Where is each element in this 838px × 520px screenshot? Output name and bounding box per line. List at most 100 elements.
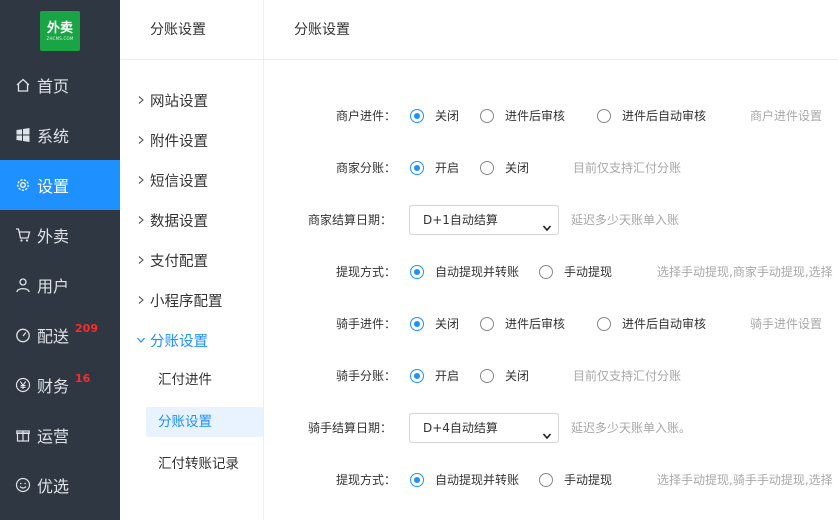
subnav-item-split[interactable]: 分账设置 (136, 328, 208, 352)
subnav-item-miniprogram[interactable]: 小程序配置 (136, 288, 223, 312)
delivery-count-badge: 209 (75, 321, 98, 335)
subnav-item-label: 短信设置 (150, 173, 208, 190)
radio-dot (597, 109, 611, 123)
rider-split-hint: 目前仅支持汇付分账 (573, 369, 682, 383)
app-logo[interactable]: 外卖 ZHCMS.COM (40, 11, 80, 51)
subnav-item-label: 小程序配置 (150, 293, 223, 310)
nav-label: 优选 (37, 477, 70, 496)
rider-withdraw-label: 提现方式： (335, 473, 396, 487)
merchant-withdraw-radio-manual[interactable]: 手动提现 (539, 257, 612, 287)
user-icon (15, 277, 31, 293)
merchant-withdraw-hint: 选择手动提现,商家手动提现,选择 (657, 265, 833, 279)
rider-split-row: 骑手分账： 开启 关闭 目前仅支持汇付分账 (264, 361, 838, 391)
chevron-down-icon (542, 423, 552, 440)
nav-label: 首页 (37, 77, 70, 96)
radio-dot (539, 265, 553, 279)
nav-label: 财务 (37, 377, 70, 396)
nav-item-users[interactable]: 用户 (0, 260, 120, 310)
radio-dot (480, 161, 494, 175)
nav-label: 外卖 (37, 227, 70, 246)
logo-subtext: ZHCMS.COM (46, 36, 74, 41)
merchant-withdraw-row: 提现方式： 自动提现并转账 手动提现 选择手动提现,商家手动提现,选择 (264, 257, 838, 287)
page-title: 分账设置 (264, 0, 838, 60)
chevron-right-icon (136, 175, 146, 185)
subnav-item-label: 数据设置 (150, 213, 208, 230)
merchant-settle-row: 商家结算日期： D+1自动结算 延迟多少天账单入账 (264, 205, 838, 235)
merchant-entry-row: 商户进件： 关闭 进件后审核 进件后自动审核 商户进件设置 (264, 101, 838, 131)
radio-dot (410, 109, 424, 123)
chevron-right-icon (136, 215, 146, 225)
chevron-down-icon (542, 215, 552, 232)
subnav-item-sms[interactable]: 短信设置 (136, 168, 208, 192)
nav-label: 设置 (37, 177, 70, 196)
rider-entry-row: 骑手进件： 关闭 进件后审核 进件后自动审核 骑手进件设置 (264, 309, 838, 339)
subnav-item-payment[interactable]: 支付配置 (136, 248, 208, 272)
merchant-settle-select[interactable]: D+1自动结算 (409, 205, 559, 235)
cart-icon (15, 227, 31, 243)
radio-dot (410, 473, 424, 487)
rider-settle-row: 骑手结算日期： D+4自动结算 延迟多少天账单入账。 (264, 413, 838, 443)
merchant-settle-hint: 延迟多少天账单入账 (571, 213, 680, 227)
merchant-split-radio-off[interactable]: 关闭 (480, 153, 529, 183)
chevron-right-icon (136, 135, 146, 145)
radio-dot (480, 317, 494, 331)
rider-split-radio-off[interactable]: 关闭 (480, 361, 529, 391)
merchant-entry-radio-off[interactable]: 关闭 (410, 101, 459, 131)
merchant-withdraw-radio-auto[interactable]: 自动提现并转账 (410, 257, 519, 287)
chevron-right-icon (136, 295, 146, 305)
rider-withdraw-radio-manual[interactable]: 手动提现 (539, 465, 612, 495)
merchant-entry-label: 商户进件： (335, 109, 396, 123)
nav-item-settings[interactable]: 设置 (0, 160, 120, 210)
gear-icon (15, 177, 31, 193)
rider-entry-radio-review[interactable]: 进件后审核 (480, 309, 565, 339)
subnav-item-data[interactable]: 数据设置 (136, 208, 208, 232)
radio-dot (480, 369, 494, 383)
logo-text: 外卖 (46, 21, 73, 36)
chevron-right-icon (136, 95, 146, 105)
merchant-withdraw-label: 提现方式： (335, 265, 396, 279)
nav-item-preferred[interactable]: 优选 (0, 460, 120, 510)
gift-icon (15, 427, 31, 443)
nav-item-finance[interactable]: 财务 16 (0, 360, 120, 410)
nav-item-operations[interactable]: 运营 (0, 410, 120, 460)
subnav-item-label: 附件设置 (150, 133, 208, 150)
main-sidebar: 外卖 ZHCMS.COM 首页 系统 设置 外卖 用户 配送 209 财务 16… (0, 0, 120, 520)
nav-item-home[interactable]: 首页 (0, 60, 120, 110)
nav-item-delivery[interactable]: 配送 209 (0, 310, 120, 360)
subnav-item-label: 网站设置 (150, 93, 208, 110)
radio-dot (410, 317, 424, 331)
gauge-icon (15, 327, 31, 343)
nav-label: 运营 (37, 427, 70, 446)
subnav-item-attachment[interactable]: 附件设置 (136, 128, 208, 152)
rider-settle-label: 骑手结算日期： (307, 421, 392, 435)
radio-dot (597, 317, 611, 331)
rider-split-radio-on[interactable]: 开启 (410, 361, 459, 391)
rider-withdraw-row: 提现方式： 自动提现并转账 手动提现 选择手动提现,骑手手动提现,选择 (264, 465, 838, 495)
chevron-down-icon (136, 335, 146, 345)
merchant-split-radio-on[interactable]: 开启 (410, 153, 459, 183)
nav-item-system[interactable]: 系统 (0, 110, 120, 160)
subnav-leaf-huifu-entry[interactable]: 汇付进件 (158, 365, 212, 395)
subnav-leaf-split-settings[interactable]: 分账设置 (146, 407, 263, 437)
rider-entry-radio-off[interactable]: 关闭 (410, 309, 459, 339)
nav-item-takeout[interactable]: 外卖 (0, 210, 120, 260)
merchant-split-row: 商家分账： 开启 关闭 目前仅支持汇付分账 (264, 153, 838, 183)
nav-label: 用户 (37, 277, 70, 296)
merchant-split-hint: 目前仅支持汇付分账 (573, 161, 682, 175)
subnav-leaf-transfer-records[interactable]: 汇付转账记录 (158, 449, 239, 479)
subnav-item-website[interactable]: 网站设置 (136, 88, 208, 112)
rider-withdraw-hint: 选择手动提现,骑手手动提现,选择 (657, 473, 833, 487)
merchant-entry-radio-auto[interactable]: 进件后自动审核 (597, 101, 706, 131)
rider-settle-select[interactable]: D+4自动结算 (409, 413, 559, 443)
radio-dot (410, 369, 424, 383)
nav-label: 配送 (37, 327, 70, 346)
merchant-entry-radio-review[interactable]: 进件后审核 (480, 101, 565, 131)
rider-entry-hint: 骑手进件设置 (750, 317, 823, 331)
rider-settle-hint: 延迟多少天账单入账。 (571, 421, 692, 435)
windows-icon (15, 127, 31, 143)
subnav-item-label: 分账设置 (150, 333, 208, 350)
merchant-entry-hint: 商户进件设置 (750, 109, 823, 123)
radio-dot (539, 473, 553, 487)
rider-withdraw-radio-auto[interactable]: 自动提现并转账 (410, 465, 519, 495)
rider-entry-radio-auto[interactable]: 进件后自动审核 (597, 309, 706, 339)
